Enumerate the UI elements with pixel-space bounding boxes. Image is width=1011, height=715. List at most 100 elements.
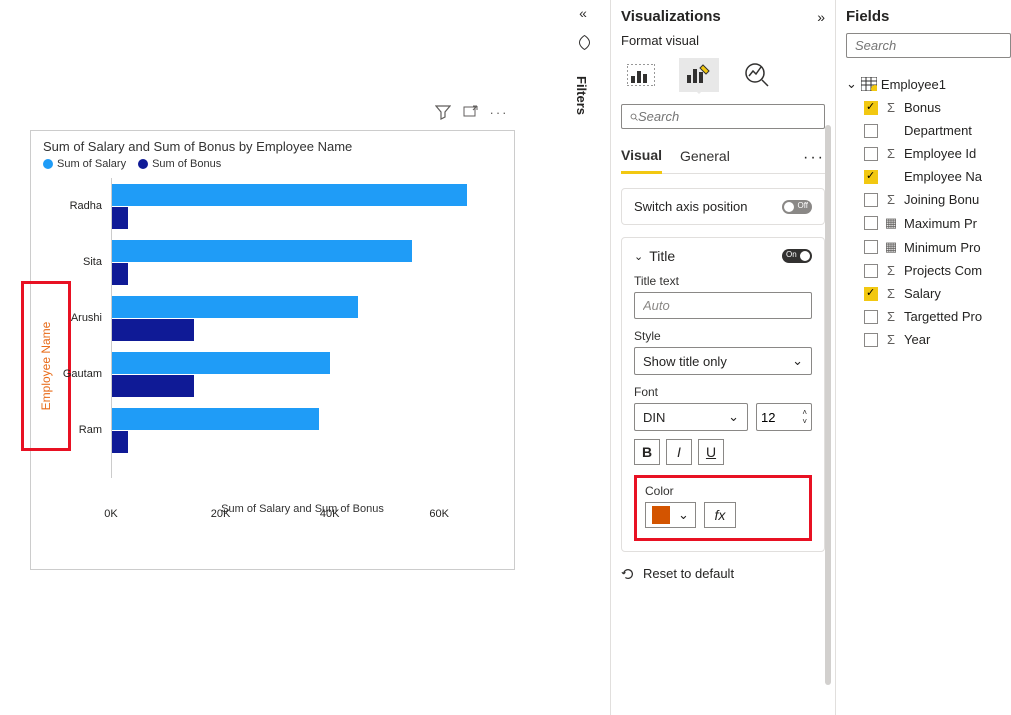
bar[interactable] (112, 375, 194, 397)
fields-search-input[interactable] (855, 38, 1011, 53)
sigma-icon: Σ (884, 332, 898, 347)
sigma-icon: Σ (884, 263, 898, 278)
field-checkbox[interactable] (864, 147, 878, 161)
font-family-select[interactable]: DIN⌄ (634, 403, 748, 431)
chart-visual[interactable]: ··· Sum of Salary and Sum of Bonus by Em… (30, 130, 515, 570)
field-checkbox[interactable] (864, 310, 878, 324)
filter-icon[interactable] (434, 103, 452, 121)
field-row[interactable]: ▦Minimum Pro (846, 235, 1011, 259)
bar[interactable] (112, 408, 319, 430)
tab-visual[interactable]: Visual (621, 143, 662, 174)
legend-label: Sum of Bonus (152, 158, 221, 170)
expand-left-icon[interactable]: « (568, 5, 598, 21)
sigma-icon: Σ (884, 309, 898, 324)
focus-mode-icon[interactable] (462, 103, 480, 121)
field-row[interactable]: Department (846, 119, 1011, 142)
panel-title: Visualizations (621, 8, 721, 25)
eye-icon[interactable] (579, 27, 594, 51)
field-label: Year (904, 332, 930, 347)
bar[interactable] (112, 207, 128, 229)
field-row[interactable]: ΣBonus (846, 96, 1011, 119)
chevron-down-icon[interactable]: ⌄ (634, 250, 643, 263)
chevron-up-icon[interactable]: ˄ (802, 408, 807, 417)
reset-to-default[interactable]: Reset to default (621, 566, 825, 581)
style-select[interactable]: Show title only⌄ (634, 347, 812, 375)
chevron-down-icon[interactable]: ˅ (802, 417, 807, 426)
field-label: Projects Com (904, 263, 982, 278)
conditional-format-button[interactable]: fx (704, 502, 736, 528)
chart-legend: Sum of Salary Sum of Bonus (31, 158, 514, 178)
tab-general[interactable]: General (680, 144, 730, 172)
fields-panel: Fields ⌄ Employee1 ΣBonusDepartmentΣEmpl… (835, 0, 1011, 715)
format-search-input[interactable] (638, 109, 816, 124)
field-checkbox[interactable] (864, 101, 878, 115)
ylabel: Employee Name (39, 322, 53, 411)
field-label: Employee Na (904, 169, 982, 184)
field-checkbox[interactable] (864, 333, 878, 347)
field-checkbox[interactable] (864, 240, 878, 254)
chart-xaxis: 0K 20K 40K 60K Sum of Salary and Sum of … (111, 503, 494, 543)
field-row[interactable]: ΣJoining Bonu (846, 188, 1011, 211)
field-row[interactable]: Σ Year (846, 328, 1011, 351)
chart-plot: RadhaSitaArushiGautamRam (111, 178, 494, 478)
field-checkbox[interactable] (864, 124, 878, 138)
field-checkbox[interactable] (864, 287, 878, 301)
field-checkbox[interactable] (864, 264, 878, 278)
color-label: Color (645, 484, 801, 498)
title-text-label: Title text (634, 274, 812, 288)
build-visual-icon[interactable] (621, 58, 661, 92)
sigma-icon: Σ (884, 146, 898, 161)
field-checkbox[interactable] (864, 193, 878, 207)
chart-title: Sum of Salary and Sum of Bonus by Employ… (31, 131, 514, 158)
title-text-input[interactable] (634, 292, 812, 319)
field-row[interactable]: ▦ Maximum Pr (846, 211, 1011, 235)
field-label: Employee Id (904, 146, 976, 161)
field-row[interactable]: Σ Projects Com (846, 259, 1011, 282)
field-row[interactable]: Σ Targetted Pro (846, 305, 1011, 328)
field-label: Maximum Pr (904, 216, 977, 231)
more-options-icon[interactable]: ··· (490, 103, 508, 121)
legend-label: Sum of Salary (57, 158, 126, 170)
color-swatch (652, 506, 670, 524)
field-checkbox[interactable] (864, 170, 878, 184)
field-row[interactable]: ΣSalary (846, 282, 1011, 305)
calculator-icon: ▦ (884, 215, 898, 231)
chevron-down-icon: ⌄ (678, 507, 689, 523)
bar[interactable] (112, 296, 358, 318)
bar[interactable] (112, 431, 128, 453)
tab-more-icon[interactable]: ··· (803, 149, 825, 167)
collapse-right-icon[interactable]: » (817, 9, 825, 25)
field-checkbox[interactable] (864, 216, 878, 230)
title-section-label: Title (649, 248, 776, 264)
format-visual-icon[interactable] (679, 58, 719, 92)
bar[interactable] (112, 184, 467, 206)
bold-button[interactable]: B (634, 439, 660, 465)
title-toggle[interactable]: On (782, 249, 812, 263)
table-header[interactable]: ⌄ Employee1 (846, 72, 1011, 96)
italic-button[interactable]: I (666, 439, 692, 465)
color-picker[interactable]: ⌄ (645, 502, 696, 528)
filters-pane-collapsed[interactable]: « Filters (568, 5, 598, 115)
underline-button[interactable]: U (698, 439, 724, 465)
scrollbar[interactable] (825, 125, 831, 685)
switch-axis-toggle[interactable]: Off (782, 200, 812, 214)
bar[interactable] (112, 240, 412, 262)
style-label: Style (634, 329, 812, 343)
font-size-input[interactable] (761, 410, 791, 425)
field-label: Targetted Pro (904, 309, 982, 324)
bar[interactable] (112, 263, 128, 285)
switch-axis-label: Switch axis position (634, 199, 747, 214)
field-row[interactable]: Employee Na (846, 165, 1011, 188)
analytics-icon[interactable] (737, 58, 777, 92)
field-label: Minimum Pro (904, 240, 981, 255)
format-visual-header: Format visual (621, 33, 825, 48)
field-row[interactable]: Σ Employee Id (846, 142, 1011, 165)
font-size-stepper[interactable]: ˄˅ (756, 403, 812, 431)
fields-search[interactable] (846, 33, 1011, 58)
chevron-down-icon: ⌄ (846, 76, 857, 92)
category-label: Ram (57, 424, 102, 436)
format-search[interactable] (621, 104, 825, 129)
bar[interactable] (112, 319, 194, 341)
bar[interactable] (112, 352, 330, 374)
color-highlight-box: Color ⌄ fx (634, 475, 812, 541)
